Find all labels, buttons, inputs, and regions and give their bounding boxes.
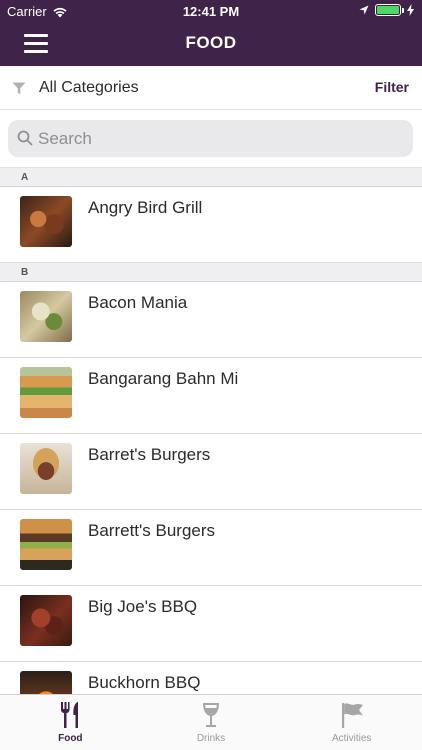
list-item[interactable]: Buckhorn BBQ bbox=[0, 662, 422, 694]
list-item[interactable]: Barret's Burgers bbox=[0, 434, 422, 510]
section-header: A bbox=[0, 168, 422, 187]
restaurant-thumbnail bbox=[20, 367, 72, 418]
page-title: FOOD bbox=[185, 33, 237, 52]
battery-icon bbox=[375, 4, 404, 16]
restaurant-name: Angry Bird Grill bbox=[88, 198, 203, 217]
wine-glass-icon bbox=[203, 703, 219, 727]
restaurant-name: Barrett's Burgers bbox=[88, 521, 216, 540]
restaurant-thumbnail bbox=[20, 671, 72, 694]
tab-activities-label: Activities bbox=[331, 733, 372, 744]
location-arrow-icon bbox=[359, 5, 369, 15]
search-bar[interactable] bbox=[8, 120, 413, 157]
tab-bar: Food Drinks Activities bbox=[0, 694, 422, 750]
selected-category[interactable]: All Categories bbox=[39, 79, 139, 97]
restaurant-name: Barret's Burgers bbox=[88, 445, 211, 464]
tab-food[interactable]: Food bbox=[0, 695, 141, 750]
restaurant-thumbnail bbox=[20, 291, 72, 342]
restaurant-name: Buckhorn BBQ bbox=[88, 673, 201, 692]
fork-knife-icon bbox=[61, 702, 79, 728]
restaurant-name: Big Joe's BBQ bbox=[88, 597, 198, 616]
restaurant-name: Bacon Mania bbox=[88, 293, 188, 312]
tab-activities[interactable]: Activities bbox=[281, 695, 422, 750]
tab-food-label: Food bbox=[58, 733, 83, 744]
status-indicators bbox=[359, 4, 414, 16]
list-item[interactable]: Angry Bird Grill bbox=[0, 187, 422, 263]
search-icon bbox=[17, 130, 33, 146]
tab-drinks[interactable]: Drinks bbox=[141, 695, 282, 750]
restaurant-thumbnail bbox=[20, 519, 72, 570]
tab-drinks-label: Drinks bbox=[196, 733, 226, 744]
flag-icon bbox=[341, 703, 363, 728]
restaurant-thumbnail bbox=[20, 196, 72, 247]
search-input[interactable] bbox=[38, 120, 398, 157]
list-item[interactable]: Big Joe's BBQ bbox=[0, 586, 422, 662]
list-item[interactable]: Bangarang Bahn Mi bbox=[0, 358, 422, 434]
restaurant-thumbnail bbox=[20, 595, 72, 646]
list-item[interactable]: Bacon Mania bbox=[0, 282, 422, 358]
charging-bolt-icon bbox=[407, 4, 414, 16]
funnel-icon bbox=[12, 82, 26, 95]
navigation-bar: FOOD bbox=[0, 22, 422, 66]
list-item[interactable]: Barrett's Burgers bbox=[0, 510, 422, 586]
restaurant-name: Bangarang Bahn Mi bbox=[88, 369, 239, 388]
status-bar: Carrier 12:41 PM bbox=[0, 0, 422, 22]
filter-button[interactable]: Filter bbox=[375, 79, 409, 95]
category-filter-row[interactable]: All Categories Filter bbox=[0, 66, 422, 110]
search-bar-container bbox=[0, 110, 422, 168]
restaurant-thumbnail bbox=[20, 443, 72, 494]
section-header: B bbox=[0, 263, 422, 282]
restaurant-list[interactable]: A Angry Bird Grill B Bacon Mania Bangarang B… bbox=[0, 168, 422, 694]
